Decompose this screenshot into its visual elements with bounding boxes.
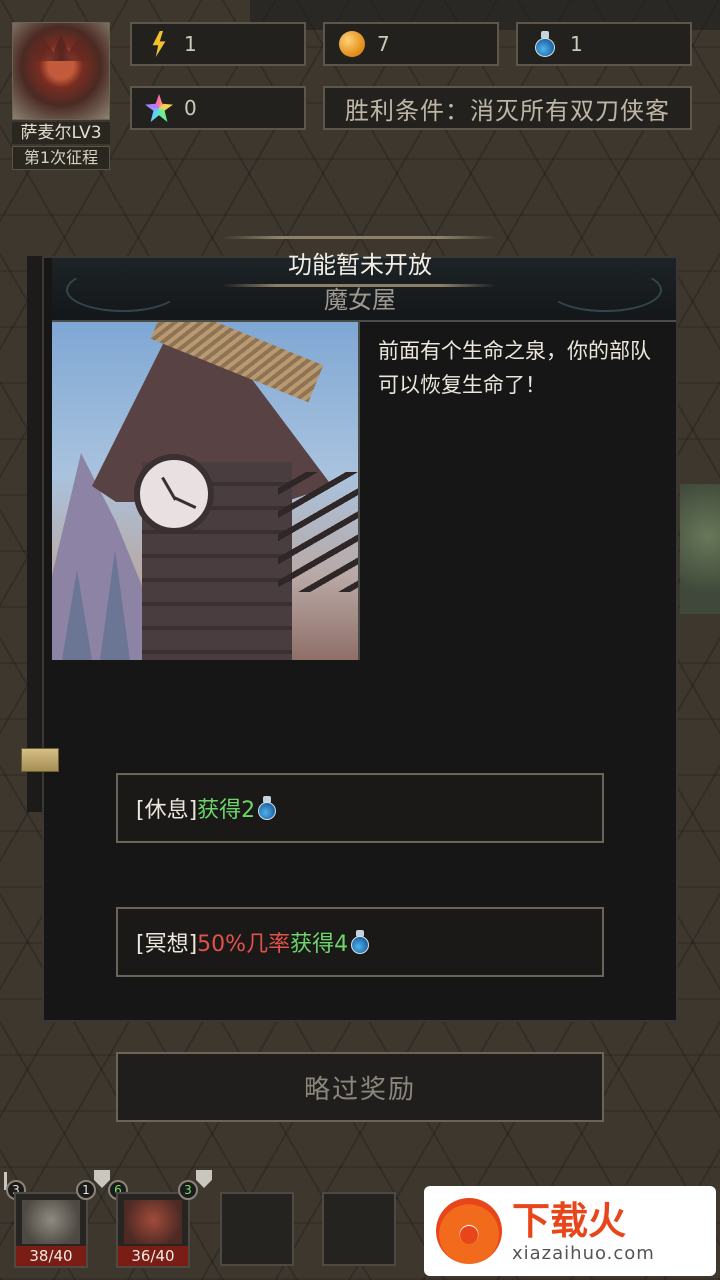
notice-toast: 功能暂未开放: [288, 251, 432, 279]
unit-defense-badge: 1: [76, 1180, 96, 1200]
gold-stat: 7: [323, 22, 499, 66]
potion-icon: [534, 31, 556, 57]
flame-logo-icon: [436, 1198, 502, 1264]
unit-portrait: [22, 1200, 80, 1244]
expedition-label: 第1次征程: [12, 146, 110, 170]
potion-icon: [350, 930, 370, 954]
scroll-handle[interactable]: [21, 748, 59, 772]
rest-option-button[interactable]: [休息] 获得2: [116, 773, 604, 843]
crystal-stat: 0: [130, 86, 306, 130]
meditate-option-button[interactable]: [冥想] 50%几率 获得4: [116, 907, 604, 977]
option-tag: [休息]: [136, 798, 198, 823]
hero-name: 萨麦尔LV3: [12, 122, 110, 144]
option-reward: 获得4: [290, 932, 349, 957]
wood-planks: [278, 472, 358, 592]
gold-value: 7: [377, 32, 390, 56]
notice-divider-top: [222, 236, 496, 239]
map-tile: [680, 484, 720, 614]
unit-hp: 36/40: [118, 1246, 188, 1266]
unit-slot-2[interactable]: 36/40: [116, 1192, 190, 1268]
potion-icon: [257, 796, 277, 820]
hero-panel[interactable]: 萨麦尔LV3 第1次征程: [12, 22, 110, 170]
potion-value: 1: [570, 32, 583, 56]
event-illustration: [52, 322, 360, 660]
unit-defense-badge: 3: [178, 1180, 198, 1200]
energy-icon: [152, 31, 166, 57]
clock-icon: [134, 454, 214, 534]
energy-stat: 1: [130, 22, 306, 66]
skip-reward-button[interactable]: 略过奖励: [116, 1052, 604, 1122]
unit-hp: 38/40: [16, 1246, 86, 1266]
energy-value: 1: [184, 32, 197, 56]
option-tag: [冥想]: [136, 932, 198, 957]
notice-divider-bottom: [222, 284, 496, 287]
unit-portrait: [124, 1200, 182, 1244]
hero-portrait[interactable]: [12, 22, 110, 120]
watermark-sub: xiazaihuo.com: [512, 1242, 655, 1264]
unit-slot-1[interactable]: 38/40: [14, 1192, 88, 1268]
event-description: 前面有个生命之泉，你的部队可以恢复生命了！: [378, 339, 651, 397]
unit-slot-3[interactable]: [220, 1192, 294, 1266]
victory-condition: 胜利条件：消灭所有双刀侠客: [323, 86, 692, 130]
crystal-value: 0: [184, 96, 197, 120]
potion-stat: 1: [516, 22, 692, 66]
coin-icon: [339, 31, 365, 57]
watermark: 下载火 xiazaihuo.com: [424, 1186, 716, 1276]
crystal-icon: [145, 94, 173, 122]
watermark-main: 下载火: [512, 1198, 627, 1243]
unit-slot-4[interactable]: [322, 1192, 396, 1266]
option-reward: 获得2: [197, 798, 256, 823]
option-chance: 50%几率: [197, 932, 291, 957]
